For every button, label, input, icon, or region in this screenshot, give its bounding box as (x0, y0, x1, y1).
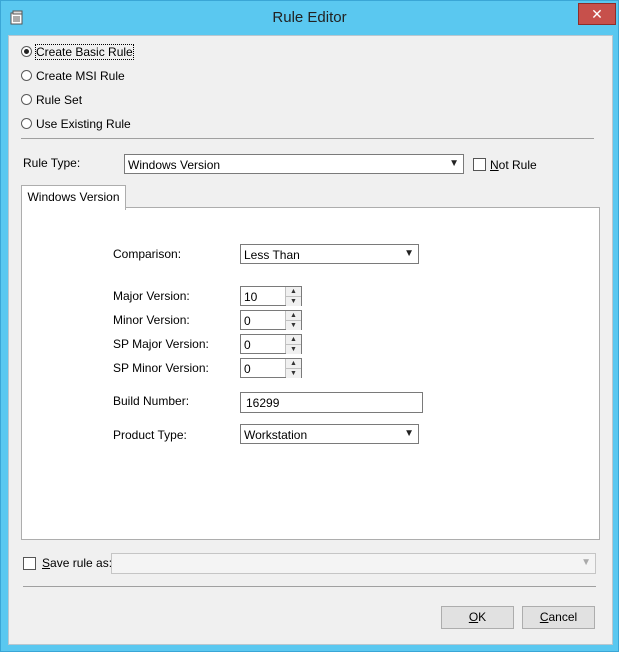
not-rule-accel: N (490, 158, 499, 172)
radio-rule-set[interactable] (21, 94, 35, 105)
spin-down-icon[interactable]: ▼ (286, 297, 301, 306)
radio-indicator (21, 118, 32, 129)
radio-label-use-existing-rule[interactable]: Use Existing Rule (36, 117, 131, 131)
minor-version-stepper[interactable]: 0 ▲ ▼ (240, 310, 302, 330)
separator (21, 138, 594, 139)
comparison-dropdown[interactable]: Less Than ▼ (240, 244, 419, 264)
sp-minor-version-value: 0 (244, 362, 251, 376)
ok-label-rest: K (478, 610, 487, 624)
sp-minor-version-stepper[interactable]: 0 ▲ ▼ (240, 358, 302, 378)
build-number-value: 16299 (246, 396, 280, 410)
ok-accel: O (468, 610, 479, 624)
cancel-button[interactable]: Cancel (522, 606, 595, 629)
title-bar[interactable]: Rule Editor ✕ (1, 1, 618, 35)
radio-label-create-msi-rule[interactable]: Create MSI Rule (36, 69, 125, 83)
spin-down-icon[interactable]: ▼ (286, 345, 301, 354)
not-rule-checkbox[interactable] (473, 158, 486, 171)
radio-label-create-basic-rule[interactable]: Create Basic Rule (35, 44, 134, 60)
major-version-value: 10 (244, 290, 258, 304)
product-type-dropdown[interactable]: Workstation ▼ (240, 424, 419, 444)
spin-up-icon[interactable]: ▲ (286, 335, 301, 345)
cancel-label-rest: ancel (548, 610, 578, 624)
comparison-label: Comparison: (113, 247, 182, 261)
save-rule-checkbox[interactable] (23, 557, 36, 570)
not-rule-label-rest: ot Rule (498, 158, 537, 172)
spin-down-icon[interactable]: ▼ (286, 369, 301, 378)
radio-create-basic-rule[interactable] (21, 46, 35, 57)
chevron-down-icon: ▼ (449, 158, 459, 169)
sp-major-version-stepper[interactable]: 0 ▲ ▼ (240, 334, 302, 354)
minor-version-label: Minor Version: (113, 313, 190, 327)
spin-up-icon[interactable]: ▲ (286, 311, 301, 321)
build-number-label: Build Number: (113, 394, 190, 408)
ok-button[interactable]: OK (441, 606, 514, 629)
minor-version-value: 0 (244, 314, 251, 328)
product-type-label: Product Type: (113, 428, 187, 442)
rule-type-label: Rule Type: (23, 156, 81, 170)
spin-up-icon[interactable]: ▲ (286, 359, 301, 369)
rule-type-value: Windows Version (128, 158, 221, 172)
radio-indicator (21, 70, 32, 81)
sp-minor-version-label: SP Minor Version: (113, 361, 209, 375)
comparison-value: Less Than (244, 248, 300, 262)
radio-use-existing-rule[interactable] (21, 118, 35, 129)
spin-up-icon[interactable]: ▲ (286, 287, 301, 297)
save-rule-dropdown[interactable]: ▼ (111, 553, 596, 574)
tab-panel: Comparison: Less Than ▼ Major Version: 1… (21, 207, 600, 540)
radio-label-rule-set[interactable]: Rule Set (36, 93, 82, 107)
chevron-down-icon: ▼ (404, 428, 414, 439)
radio-indicator (21, 46, 32, 57)
tab-windows-version[interactable]: Windows Version (21, 185, 126, 210)
rule-editor-window: Rule Editor ✕ Create Basic Rule Create M… (0, 0, 619, 652)
major-version-label: Major Version: (113, 289, 190, 303)
chevron-down-icon: ▼ (581, 557, 591, 568)
save-rule-accel: S (42, 556, 51, 570)
save-rule-label[interactable]: Save rule as: (42, 556, 112, 570)
chevron-down-icon: ▼ (404, 248, 414, 259)
product-type-value: Workstation (244, 428, 308, 442)
save-rule-label-rest: ave rule as: (50, 556, 113, 570)
window-title: Rule Editor (272, 9, 347, 26)
separator (23, 586, 596, 587)
close-icon: ✕ (591, 6, 603, 22)
rule-type-dropdown[interactable]: Windows Version ▼ (124, 154, 464, 174)
radio-indicator (21, 94, 32, 105)
sp-major-version-label: SP Major Version: (113, 337, 209, 351)
close-button[interactable]: ✕ (578, 3, 616, 25)
major-version-stepper[interactable]: 10 ▲ ▼ (240, 286, 302, 306)
spin-down-icon[interactable]: ▼ (286, 321, 301, 330)
build-number-field[interactable]: 16299 (240, 392, 423, 413)
sp-major-version-value: 0 (244, 338, 251, 352)
dialog-client: Create Basic Rule Create MSI Rule Rule S… (8, 35, 613, 645)
not-rule-label[interactable]: Not Rule (490, 158, 537, 172)
radio-create-msi-rule[interactable] (21, 70, 35, 81)
